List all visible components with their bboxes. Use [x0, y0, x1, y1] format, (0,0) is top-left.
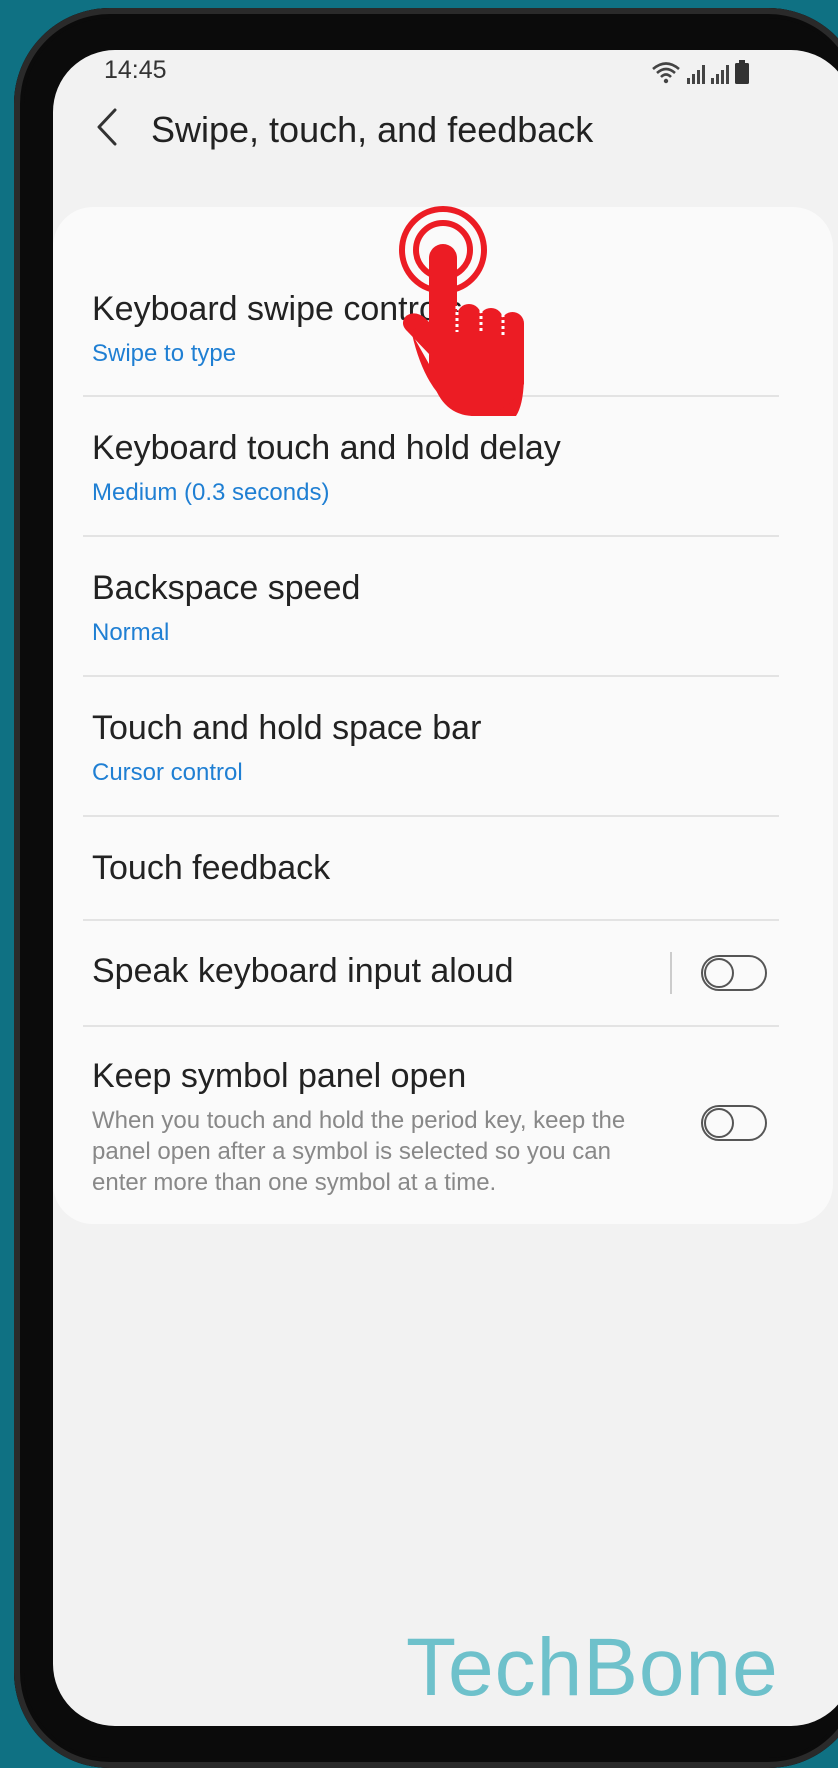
setting-description: When you touch and hold the period key, … — [92, 1107, 626, 1196]
back-button[interactable] — [89, 102, 125, 152]
status-bar: 14:45 — [53, 50, 838, 92]
setting-subtitle: Normal — [92, 619, 170, 646]
setting-subtitle: Medium (0.3 seconds) — [92, 479, 330, 506]
tap-hand-icon — [399, 206, 524, 416]
setting-keep-symbol-panel-open[interactable]: Keep symbol panel open When you touch an… — [83, 1027, 779, 1217]
wifi-icon — [652, 62, 680, 84]
setting-title: Touch and hold space bar — [92, 709, 482, 747]
page-title: Swipe, touch, and feedback — [151, 109, 594, 150]
setting-subtitle: Swipe to type — [92, 340, 237, 367]
chevron-left-icon — [97, 108, 117, 146]
toggle-knob — [704, 958, 734, 988]
watermark: TechBone — [406, 1622, 779, 1713]
speak-input-toggle[interactable] — [701, 955, 767, 991]
toggle-knob — [704, 1108, 734, 1138]
setting-title: Keep symbol panel open — [92, 1057, 467, 1095]
battery-icon — [735, 60, 749, 84]
setting-title: Touch feedback — [92, 849, 331, 887]
setting-touch-and-hold-space-bar[interactable]: Touch and hold space bar Cursor control — [83, 677, 779, 815]
status-icons — [651, 56, 749, 84]
signal-bars-icon — [711, 64, 729, 84]
setting-touch-feedback[interactable]: Touch feedback — [83, 817, 779, 919]
setting-speak-keyboard-input[interactable]: Speak keyboard input aloud — [83, 921, 779, 1025]
setting-title: Backspace speed — [92, 569, 361, 607]
toggle-separator — [670, 952, 672, 994]
status-time: 14:45 — [104, 56, 167, 84]
symbol-panel-toggle[interactable] — [701, 1105, 767, 1141]
signal-bars-icon — [687, 64, 705, 84]
setting-title: Speak keyboard input aloud — [92, 952, 514, 990]
setting-subtitle: Cursor control — [92, 759, 243, 786]
setting-backspace-speed[interactable]: Backspace speed Normal — [83, 537, 779, 675]
